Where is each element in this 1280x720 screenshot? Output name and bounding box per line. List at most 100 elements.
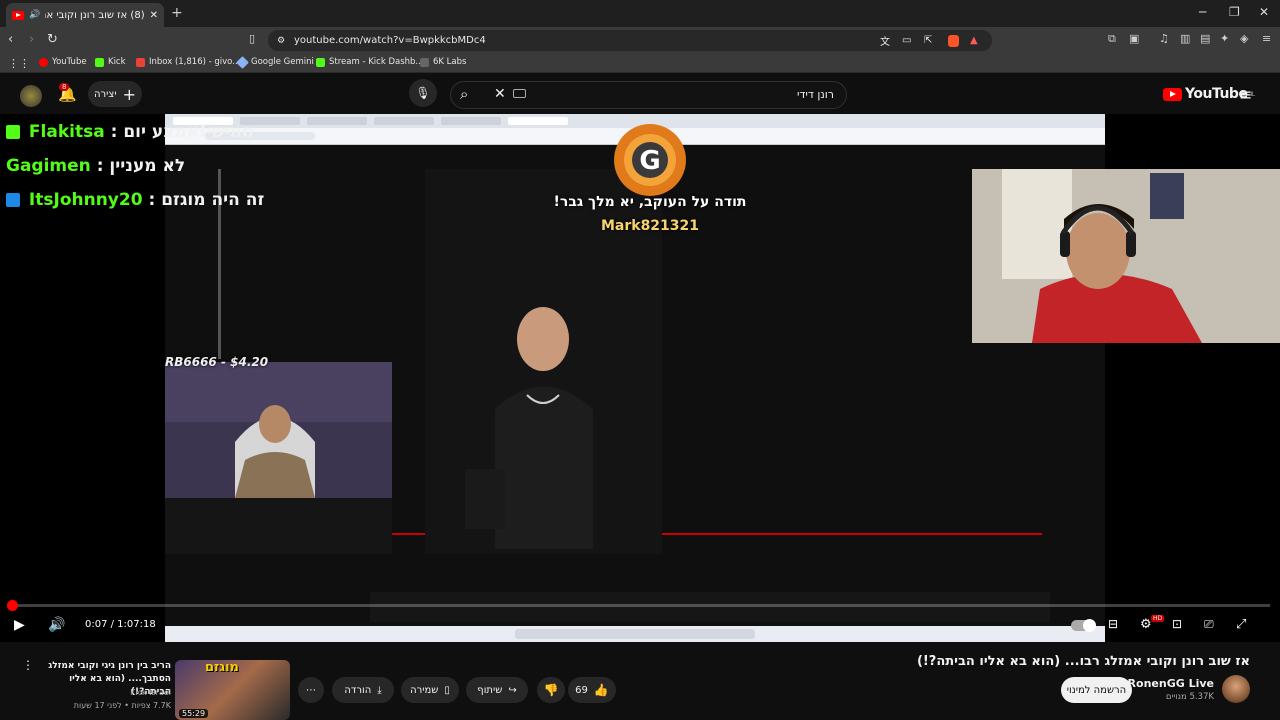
subscribe-button[interactable]: הרשמה למינוי xyxy=(1061,677,1132,703)
settings-gear-icon[interactable]: ⚙ xyxy=(1140,617,1152,632)
search-box[interactable]: רונן דידי xyxy=(450,81,847,109)
create-button[interactable]: יצירה + xyxy=(88,81,142,107)
chat-message: Gagimen : לא מעניין xyxy=(6,156,186,176)
thumbnail-tag: מוגזם xyxy=(205,660,239,675)
address-bar[interactable]: ⚙ youtube.com/watch?v=BwpkkcbMDc4 文 ▭ ⇱ … xyxy=(268,30,992,51)
follow-alert-username: Mark821321 xyxy=(600,218,700,234)
autoplay-toggle[interactable] xyxy=(1071,619,1096,632)
translate-icon[interactable]: 文 xyxy=(880,33,890,48)
wallet-extension-icon[interactable]: ▤ xyxy=(1200,32,1210,45)
bookmark-kick[interactable]: Kick xyxy=(95,57,126,67)
stream-chat-pip xyxy=(165,498,392,554)
account-avatar[interactable] xyxy=(20,85,42,107)
progress-bar[interactable] xyxy=(7,600,1270,611)
audio-speaker-icon[interactable]: 🔊 xyxy=(29,10,40,20)
download-button[interactable]: הורדה ⤓ xyxy=(332,677,394,703)
channel-logo-gear-icon: G xyxy=(614,124,686,196)
channel-avatar[interactable] xyxy=(1222,675,1250,703)
keyboard-icon[interactable] xyxy=(513,89,526,98)
cast-icon[interactable]: ⎚ xyxy=(1204,617,1214,632)
bookmark-gemini[interactable]: Google Gemini xyxy=(236,55,314,69)
play-icon[interactable]: ▶ xyxy=(14,617,25,633)
close-window-icon[interactable]: ✕ xyxy=(1259,5,1269,19)
tab-close-icon[interactable]: ✕ xyxy=(150,10,158,21)
cast-icon[interactable]: ▭ xyxy=(902,35,911,46)
bookmarks-bar: ⋮⋮ YouTube Kick Inbox (1,816) - givo... … xyxy=(0,53,1280,73)
recommended-thumbnail[interactable]: מוגזם 55:29 xyxy=(175,660,290,720)
miniplayer-icon[interactable]: ⊡ xyxy=(1172,617,1182,631)
plus-icon: + xyxy=(122,84,136,104)
6k-labs-icon xyxy=(420,57,429,67)
youtube-icon xyxy=(39,57,48,67)
chat-badge-icon xyxy=(6,193,20,207)
share-button[interactable]: שיתוף ↪ xyxy=(466,677,528,703)
streamer-pip-illustration xyxy=(165,362,392,498)
streamer-cam-pip xyxy=(165,362,392,498)
share-icon[interactable]: ⇱ xyxy=(924,35,932,46)
wallet-icon[interactable]: ▣ xyxy=(1129,32,1139,45)
gemini-icon xyxy=(236,55,249,69)
save-button[interactable]: שמירה ▯ xyxy=(401,677,459,703)
youtube-header: ≡ YouTube IL רונן דידי ✕ ⌕ 🎙 יצירה + 🔔 8 xyxy=(0,76,1280,114)
voice-search-icon[interactable]: 🎙 xyxy=(409,79,437,107)
tab-title: (8) אז שוב רונן וקובי אמזלג רב... xyxy=(45,9,145,21)
vpn-icon[interactable]: ◈ xyxy=(1240,32,1248,45)
svg-text:G: G xyxy=(639,146,660,176)
sidebar-icon[interactable]: ▥ xyxy=(1180,32,1190,45)
recommended-more-icon[interactable]: ⋮ xyxy=(22,658,34,672)
fullscreen-icon[interactable]: ⤢ xyxy=(1236,617,1246,632)
bookmark-save-icon: ▯ xyxy=(444,684,450,696)
maximize-icon[interactable]: ❐ xyxy=(1229,5,1240,19)
bookmark-inbox[interactable]: Inbox (1,816) - givo... xyxy=(136,57,240,67)
recommended-channel[interactable]: Kick Israel xyxy=(130,688,171,697)
host-webcam xyxy=(972,169,1280,343)
time-display: 0:07 / 1:07:18 xyxy=(85,619,156,630)
host-person-illustration xyxy=(972,169,1280,343)
kick-icon xyxy=(95,57,104,67)
search-input[interactable]: רונן דידי xyxy=(797,88,834,101)
channel-name[interactable]: RonenGG Live xyxy=(1128,677,1214,690)
thumbs-down-icon: 👎 xyxy=(543,683,559,697)
thumbs-up-icon: 👍 xyxy=(593,683,609,697)
apps-grid-icon[interactable]: ⋮⋮ xyxy=(8,57,30,70)
clear-search-icon[interactable]: ✕ xyxy=(494,86,506,102)
gmail-icon xyxy=(136,57,145,67)
chat-message: Flakitsa : חמישי!אמצע יום xyxy=(6,122,254,142)
music-icon[interactable]: ♫ xyxy=(1159,32,1169,45)
bookmark-kick-dashboard[interactable]: Stream - Kick Dashb... xyxy=(316,57,424,67)
leo-ai-icon[interactable]: ✦ xyxy=(1220,32,1229,45)
share-arrow-icon: ↪ xyxy=(508,684,517,696)
video-info-section: אז שוב רונן וקובי אמזלג רבו... (הוא בא א… xyxy=(0,644,1280,720)
extensions-icon[interactable]: ⧉ xyxy=(1108,32,1116,46)
site-info-icon[interactable]: ⚙ xyxy=(277,36,285,46)
brave-shield-icon[interactable] xyxy=(948,34,959,47)
subtitles-icon[interactable]: ⊟ xyxy=(1108,617,1118,631)
video-title: אז שוב רונן וקובי אמזלג רבו... (הוא בא א… xyxy=(916,654,1250,669)
menu-icon[interactable]: ≡ xyxy=(1262,32,1271,45)
back-icon[interactable]: ‹ xyxy=(8,32,13,47)
brave-rewards-icon[interactable]: ▲ xyxy=(970,35,978,46)
browser-toolbar: ‹ › ↻ ▯ ⚙ youtube.com/watch?v=BwpkkcbMDc… xyxy=(0,27,1280,53)
like-button[interactable]: 69 👍 xyxy=(568,677,616,703)
youtube-logo-icon xyxy=(1163,87,1182,101)
recommended-meta: 7.7K צפיות • לפני 17 שעות xyxy=(73,701,171,710)
player-controls: ▶ 🔊 0:07 / 1:07:18 ⊟ ⚙ HD ⊡ ⎚ ⤢ xyxy=(0,610,1280,642)
bookmark-youtube[interactable]: YouTube xyxy=(39,57,87,67)
bookmark-icon[interactable]: ▯ xyxy=(249,32,255,45)
chat-message: ItsJohnny20 : זה היה מוגזם xyxy=(6,190,264,210)
volume-icon[interactable]: 🔊 xyxy=(48,617,65,633)
more-actions-button[interactable]: ⋯ xyxy=(298,677,324,703)
search-icon[interactable]: ⌕ xyxy=(460,85,468,103)
video-player[interactable]: G Flakitsa : חמישי!אמצע יום Gagimen : לא… xyxy=(0,114,1280,642)
reload-icon[interactable]: ↻ xyxy=(47,32,58,47)
bookmark-6k-labs[interactable]: 6K Labs xyxy=(420,57,466,67)
youtube-logo[interactable]: YouTube IL xyxy=(1163,86,1255,102)
minimize-icon[interactable]: ─ xyxy=(1199,5,1206,19)
new-tab-button[interactable]: + xyxy=(171,5,183,21)
forward-icon[interactable]: › xyxy=(29,32,34,47)
browser-tab[interactable]: 🔊 (8) אז שוב רונן וקובי אמזלג רב... ✕ xyxy=(6,3,164,27)
tip-alert: RB6666 - $4.20 xyxy=(165,355,269,369)
dislike-button[interactable]: 👎 xyxy=(537,677,565,703)
follow-alert-message: תודה על העוקב, יא מלך גבר! xyxy=(553,194,747,210)
subscriber-count: 5.37K מנויים xyxy=(1165,692,1214,702)
